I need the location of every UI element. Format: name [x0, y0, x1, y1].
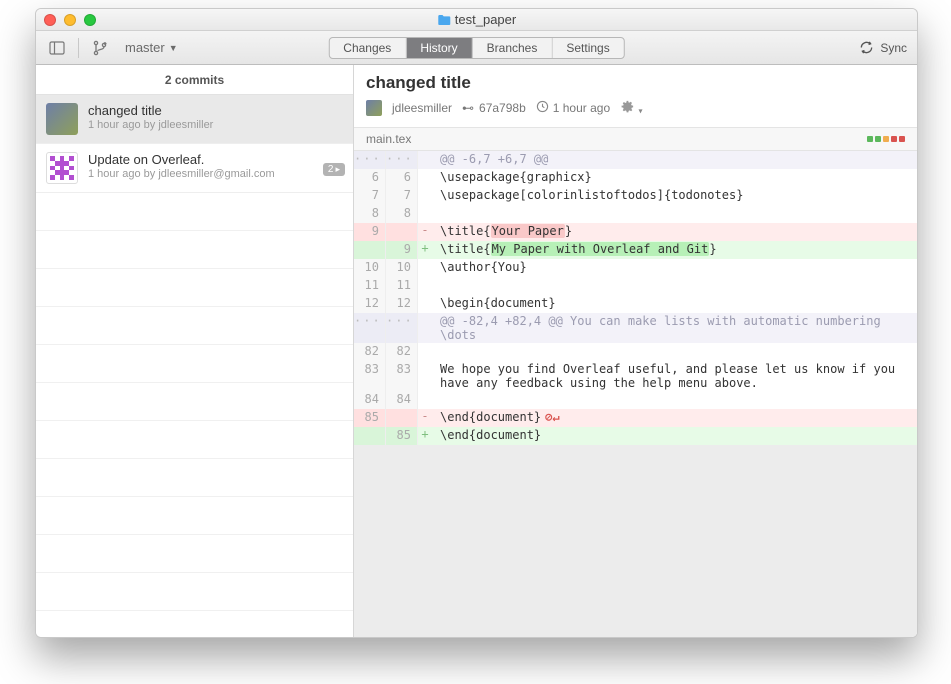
diff-line: 77 \usepackage[colorinlistoftodos]{todon…	[354, 187, 917, 205]
commits-sidebar: 2 commits changed title 1 hour ago by jd…	[36, 65, 354, 637]
window-title: test_paper	[455, 12, 516, 27]
diff-line: 1212 \begin{document}	[354, 295, 917, 313]
diff-line-added: 85+ \end{document}	[354, 427, 917, 445]
avatar	[46, 103, 78, 135]
author-name: jdleesmiller	[392, 101, 452, 115]
file-count-badge[interactable]: 2 ▸	[323, 163, 345, 176]
diff-line: 1111	[354, 277, 917, 295]
clock-icon	[536, 100, 549, 116]
titlebar: test_paper	[36, 9, 917, 31]
diff-empty-area	[354, 445, 917, 585]
diff-line: 88	[354, 205, 917, 223]
tab-changes[interactable]: Changes	[329, 38, 406, 58]
hunk-header: ······ @@ -6,7 +6,7 @@	[354, 151, 917, 169]
diff-line: 8383 We hope you find Overleaf useful, a…	[354, 361, 917, 391]
minimize-window-button[interactable]	[64, 14, 76, 26]
commit-list: changed title 1 hour ago by jdleesmiller	[36, 95, 353, 637]
app-window: test_paper master ▼ Changes History Bran…	[35, 8, 918, 638]
file-name: main.tex	[366, 132, 411, 146]
commit-item[interactable]: Update on Overleaf. 1 hour ago by jdlees…	[36, 144, 353, 193]
empty-rows	[36, 193, 353, 611]
diff-viewer[interactable]: ······ @@ -6,7 +6,7 @@ 66 \usepackage{gr…	[354, 151, 917, 637]
hunk-header: ······ @@ -82,4 +82,4 @@ You can make li…	[354, 313, 917, 343]
tab-settings[interactable]: Settings	[552, 38, 623, 58]
main-tabs: Changes History Branches Settings	[328, 37, 624, 59]
diff-line-added: 9+ \title{My Paper with Overleaf and Git…	[354, 241, 917, 259]
toolbar-divider	[78, 38, 79, 58]
chevron-right-icon: ▸	[335, 164, 340, 175]
commit-time: 1 hour ago	[553, 101, 610, 115]
tab-history[interactable]: History	[406, 38, 472, 58]
diff-line: 1010 \author{You}	[354, 259, 917, 277]
branch-name: master	[125, 40, 165, 55]
sync-icon	[859, 40, 874, 55]
diff-line: 8484	[354, 391, 917, 409]
close-window-button[interactable]	[44, 14, 56, 26]
commit-item-title: changed title	[88, 103, 343, 118]
commit-title: changed title	[366, 73, 905, 93]
diff-line-removed: 85- \end{document}⊘↵	[354, 409, 917, 427]
chevron-down-icon: ▼	[169, 43, 178, 53]
commit-sha: 67a798b	[479, 101, 526, 115]
zoom-window-button[interactable]	[84, 14, 96, 26]
branch-dropdown[interactable]: master ▼	[121, 38, 182, 57]
window-controls	[44, 14, 96, 26]
commit-item-meta: 1 hour ago by jdleesmiller	[88, 119, 343, 131]
tab-branches[interactable]: Branches	[473, 38, 553, 58]
diff-line: 66 \usepackage{graphicx}	[354, 169, 917, 187]
diff-line-removed: 9- \title{Your Paper}	[354, 223, 917, 241]
sync-button[interactable]: Sync	[859, 40, 907, 55]
avatar	[46, 152, 78, 184]
commit-header: changed title jdleesmiller ⊷ 67a798b 1 h…	[354, 65, 917, 128]
author-avatar	[366, 100, 382, 116]
commit-item-title: Update on Overleaf.	[88, 152, 343, 167]
sync-label: Sync	[880, 41, 907, 55]
commit-item-meta: 1 hour ago by jdleesmiller@gmail.com	[88, 168, 343, 180]
sidebar-header: 2 commits	[36, 65, 353, 95]
folder-icon	[437, 14, 451, 26]
file-header[interactable]: main.tex	[354, 128, 917, 151]
no-newline-icon: ⊘↵	[545, 410, 559, 424]
commit-sha-icon: ⊷	[462, 101, 475, 115]
commit-item[interactable]: changed title 1 hour ago by jdleesmiller	[36, 95, 353, 144]
commit-detail: changed title jdleesmiller ⊷ 67a798b 1 h…	[354, 65, 917, 637]
gear-icon[interactable]: ▾	[620, 99, 642, 117]
create-branch-icon[interactable]	[89, 37, 111, 59]
toolbar: master ▼ Changes History Branches Settin…	[36, 31, 917, 65]
file-count: 2	[328, 164, 334, 175]
sidebar-toggle-icon[interactable]	[46, 37, 68, 59]
diff-stat-dots	[867, 136, 905, 142]
diff-line: 8282	[354, 343, 917, 361]
